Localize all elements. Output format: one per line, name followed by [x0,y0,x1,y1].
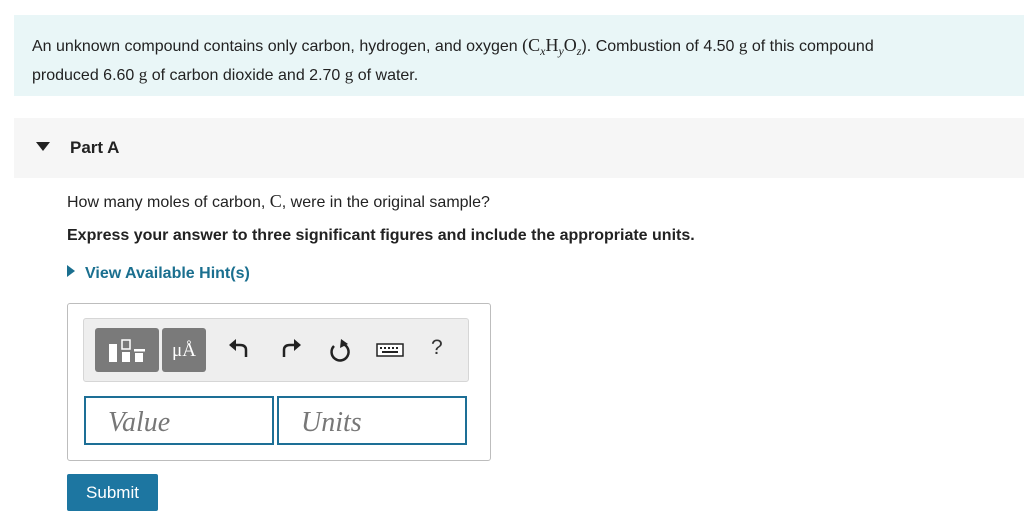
problem-text: of this compound [751,38,874,55]
question-text: How many moles of carbon, C, were in the… [67,191,490,211]
units-input[interactable] [277,396,467,445]
keyboard-icon[interactable] [376,335,404,365]
units-button[interactable]: μÅ [162,328,206,372]
undo-icon[interactable] [226,335,254,365]
part-header[interactable]: Part A [14,118,1024,178]
value-input[interactable] [84,396,274,445]
templates-icon [109,339,145,362]
math-toolbar: μÅ ? [83,318,469,382]
caret-down-icon[interactable] [36,142,50,151]
problem-text: of water. [357,67,419,84]
problem-text: An unknown compound contains only carbon… [32,38,518,55]
redo-icon[interactable] [276,335,304,365]
problem-text: Combustion of 4.50 [595,38,735,55]
reset-icon[interactable] [325,335,353,365]
answer-instruction: Express your answer to three significant… [67,227,695,244]
caret-right-icon [67,265,75,277]
templates-button[interactable] [95,328,159,372]
unit-g: g [738,36,748,55]
formula: (CxHyOz [522,35,582,58]
formula-close: ). [581,38,592,55]
carbon-symbol: C [269,191,282,211]
help-button[interactable]: ? [431,336,443,360]
hints-label: View Available Hint(s) [85,265,250,282]
unit-g: g [344,65,354,84]
view-hints-link[interactable]: View Available Hint(s) [67,265,250,283]
answer-panel: μÅ ? [67,303,491,461]
problem-statement: An unknown compound contains only carbon… [14,15,1024,96]
unit-g: g [138,65,148,84]
submit-button[interactable]: Submit [67,474,158,511]
part-title: Part A [70,138,120,157]
problem-text: produced 6.60 [32,67,135,84]
problem-text: of carbon dioxide and 2.70 [151,67,341,84]
units-label: μÅ [172,340,196,361]
